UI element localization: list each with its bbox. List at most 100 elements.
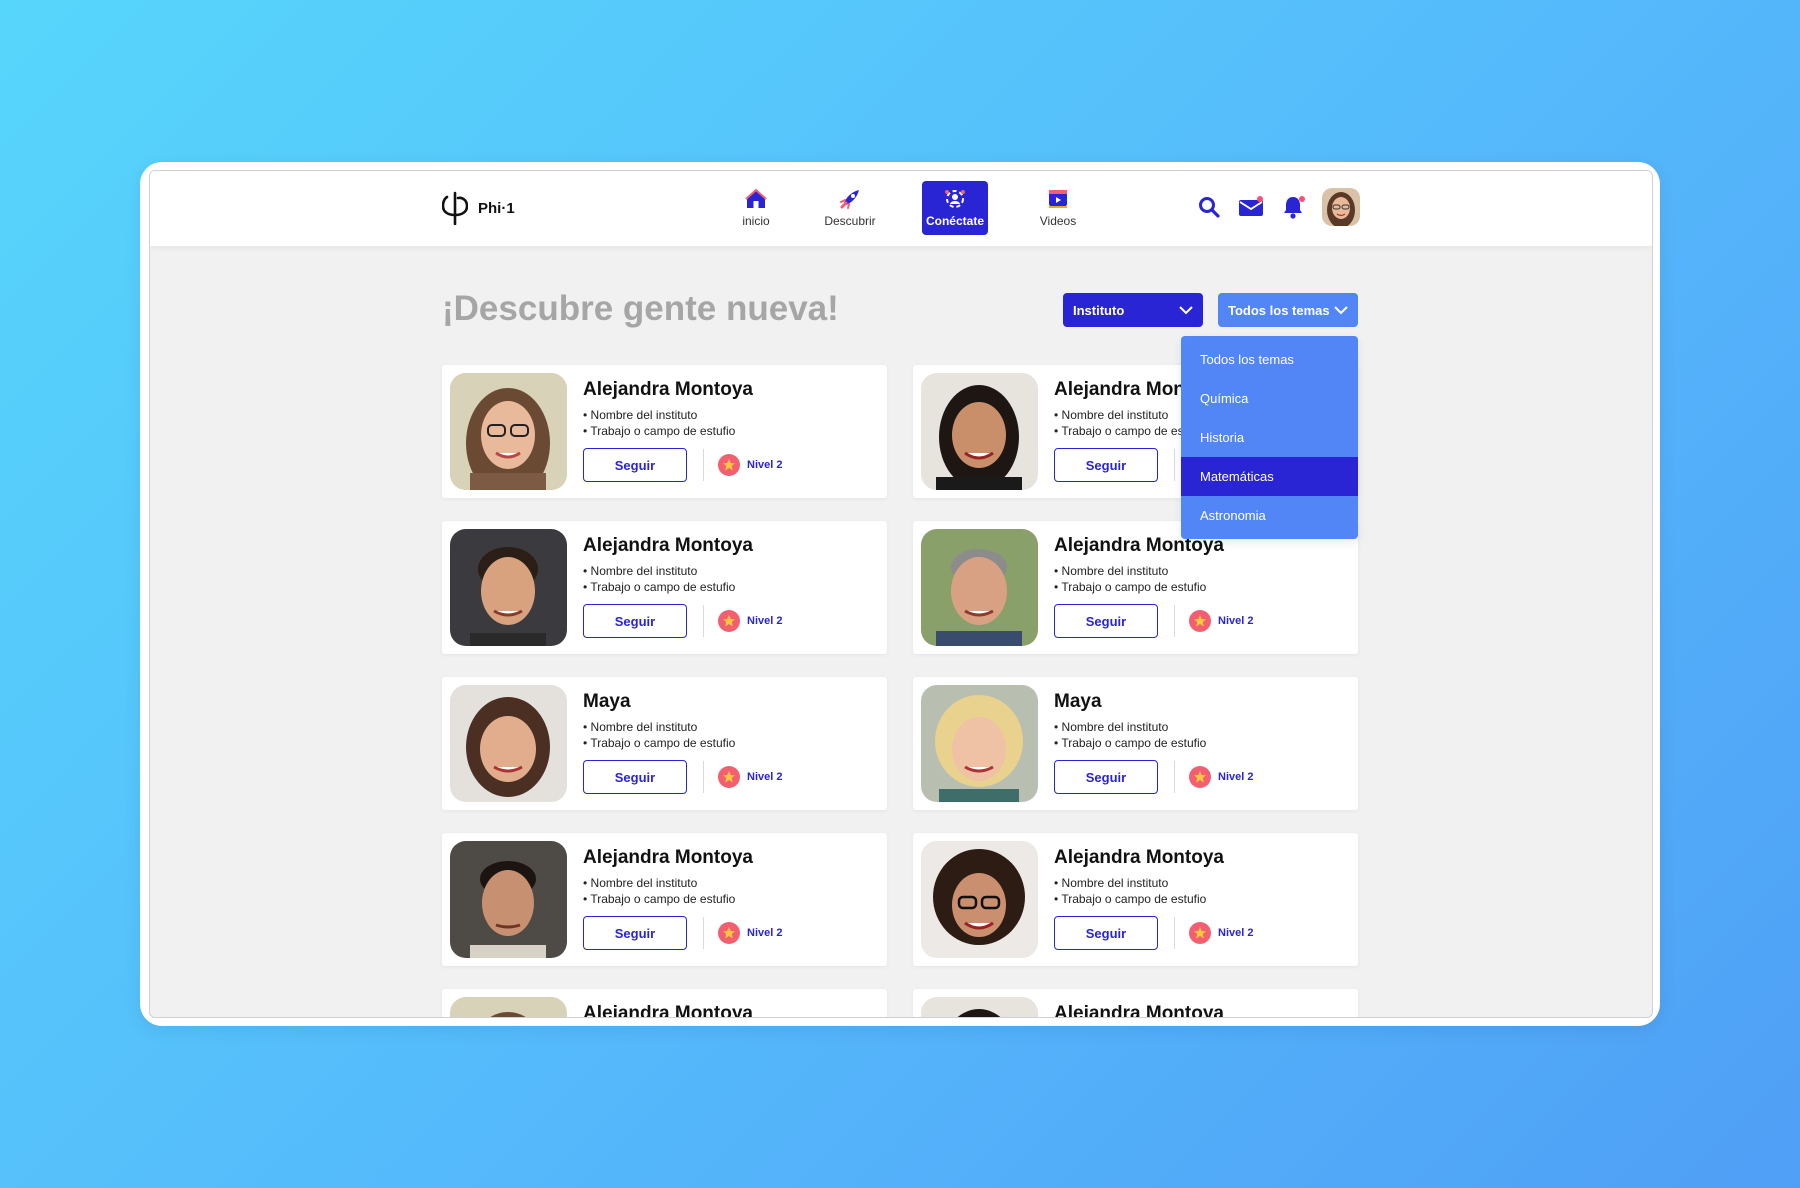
person-name: Alejandra Montoya — [1054, 847, 1224, 868]
nav-item-inicio[interactable]: inicio — [710, 181, 802, 235]
person-field: • Trabajo o campo de estufio — [1054, 736, 1207, 750]
person-photo — [450, 529, 567, 646]
app-name: Phi·1 — [478, 199, 515, 217]
nav-item-descubrir[interactable]: Descubrir — [804, 181, 896, 235]
level-label: Nivel 2 — [747, 615, 783, 627]
person-name: Alejandra Montoya — [1054, 1003, 1224, 1018]
person-field: • Trabajo o campo de estufio — [1054, 892, 1207, 906]
mail-notification-dot — [1257, 196, 1263, 202]
connect-people-icon — [943, 188, 967, 210]
top-actions — [1196, 188, 1360, 226]
follow-button[interactable]: Seguir — [1054, 760, 1158, 794]
person-card: Maya • Nombre del instituto • Trabajo o … — [913, 677, 1358, 810]
follow-button[interactable]: Seguir — [1054, 448, 1158, 482]
top-navbar: Phi·1 inicio Descubrir Conéctate Videos — [150, 171, 1652, 246]
person-photo — [921, 529, 1038, 646]
level-badge: Nivel 2 — [1189, 922, 1253, 944]
nav-label-descubrir: Descubrir — [824, 214, 876, 228]
level-label: Nivel 2 — [747, 459, 783, 471]
topics-select[interactable]: Todos los temas — [1218, 293, 1358, 327]
follow-button[interactable]: Seguir — [583, 448, 687, 482]
messages-button[interactable] — [1238, 194, 1264, 220]
notifications-button[interactable] — [1280, 194, 1306, 220]
divider — [703, 449, 704, 481]
app-window: Phi·1 inicio Descubrir Conéctate Videos … — [149, 170, 1653, 1018]
person-field: • Trabajo o campo de estufio — [583, 580, 736, 594]
level-label: Nivel 2 — [747, 771, 783, 783]
star-icon — [1189, 922, 1211, 944]
person-photo — [921, 997, 1038, 1017]
divider — [703, 761, 704, 793]
follow-button[interactable]: Seguir — [1054, 604, 1158, 638]
bell-notification-dot — [1299, 196, 1305, 202]
follow-button[interactable]: Seguir — [1054, 916, 1158, 950]
chevron-down-icon — [1179, 305, 1193, 314]
star-icon — [718, 922, 740, 944]
topic-option-matematicas[interactable]: Matemáticas — [1181, 457, 1358, 496]
divider — [703, 605, 704, 637]
nav-label-videos: Videos — [1039, 214, 1077, 228]
person-name: Maya — [1054, 691, 1102, 712]
divider — [1174, 449, 1175, 481]
topic-option-quimica[interactable]: Química — [1181, 379, 1358, 418]
person-photo — [450, 685, 567, 802]
divider — [1174, 917, 1175, 949]
level-badge: Nivel 2 — [718, 454, 782, 476]
person-card: Alejandra Montoya • Nombre del instituto… — [442, 833, 887, 966]
video-icon — [1047, 188, 1069, 210]
nav-label-inicio: inicio — [742, 214, 770, 228]
follow-button[interactable]: Seguir — [583, 604, 687, 638]
topics-select-label: Todos los temas — [1228, 302, 1330, 318]
person-institute: • Nombre del instituto — [1054, 720, 1169, 734]
person-field: • Trabajo o campo de estufio — [583, 892, 736, 906]
level-label: Nivel 2 — [1218, 615, 1254, 627]
person-card: Alejandra Montoya • Nombre del instituto… — [442, 521, 887, 654]
person-name: Maya — [583, 691, 631, 712]
rocket-icon — [839, 188, 861, 210]
nav-item-conectate[interactable]: Conéctate — [922, 181, 988, 235]
star-icon — [1189, 610, 1211, 632]
person-field: • Trabajo o campo de estufio — [583, 736, 736, 750]
level-label: Nivel 2 — [747, 927, 783, 939]
nav-item-videos[interactable]: Videos — [1012, 181, 1104, 235]
person-name: Alejandra Montoya — [583, 379, 753, 400]
person-name: Alejandra Montoya — [583, 847, 753, 868]
level-badge: Nivel 2 — [1189, 766, 1253, 788]
star-icon — [718, 610, 740, 632]
device-frame: Phi·1 inicio Descubrir Conéctate Videos … — [140, 162, 1660, 1026]
institute-select[interactable]: Instituto — [1063, 293, 1203, 327]
level-label: Nivel 2 — [1218, 771, 1254, 783]
person-institute: • Nombre del instituto — [583, 876, 698, 890]
level-badge: Nivel 2 — [718, 610, 782, 632]
person-card: Alejandra Montoya — [913, 989, 1358, 1018]
search-icon — [1199, 197, 1220, 218]
level-badge: Nivel 2 — [718, 922, 782, 944]
person-institute: • Nombre del instituto — [583, 720, 698, 734]
person-photo — [921, 685, 1038, 802]
follow-button[interactable]: Seguir — [583, 760, 687, 794]
chevron-down-icon — [1334, 305, 1348, 314]
person-photo — [921, 841, 1038, 958]
app-logo[interactable]: Phi·1 — [442, 191, 515, 225]
person-institute: • Nombre del instituto — [1054, 564, 1169, 578]
person-card: Alejandra Montoya • Nombre del instituto… — [913, 833, 1358, 966]
person-card: Alejandra Montoya — [442, 989, 887, 1017]
level-badge: Nivel 2 — [1189, 610, 1253, 632]
person-field: • Trabajo o campo de estufio — [1054, 580, 1207, 594]
person-card: Maya • Nombre del instituto • Trabajo o … — [442, 677, 887, 810]
person-institute: • Nombre del instituto — [1054, 408, 1169, 422]
search-button[interactable] — [1196, 194, 1222, 220]
person-field: • Trabajo o campo de estufio — [583, 424, 736, 438]
page-title: ¡Descubre gente nueva! — [442, 289, 839, 328]
follow-button[interactable]: Seguir — [583, 916, 687, 950]
topics-dropdown-menu: Todos los temas Química Historia Matemát… — [1181, 336, 1358, 539]
person-name: Alejandra Montoya — [583, 535, 753, 556]
star-icon — [1189, 766, 1211, 788]
topic-option-todos[interactable]: Todos los temas — [1181, 340, 1358, 379]
topic-option-historia[interactable]: Historia — [1181, 418, 1358, 457]
topic-option-astronomia[interactable]: Astronomia — [1181, 496, 1358, 535]
user-avatar[interactable] — [1322, 188, 1360, 226]
person-institute: • Nombre del instituto — [583, 408, 698, 422]
level-label: Nivel 2 — [1218, 927, 1254, 939]
person-photo — [450, 373, 567, 490]
